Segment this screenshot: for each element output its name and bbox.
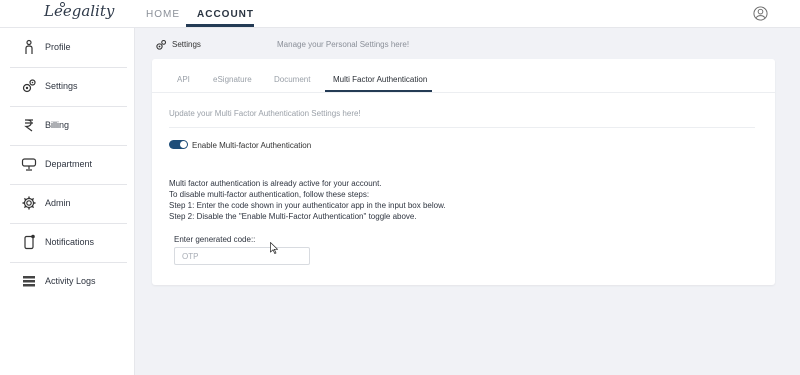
phone-notification-icon (24, 234, 35, 250)
sidebar-item-label: Activity Logs (45, 276, 96, 286)
sidebar: Profile Settings Billing Department Admi… (0, 28, 135, 375)
mfa-toggle[interactable] (169, 140, 188, 149)
sidebar-item-label: Department (45, 159, 93, 169)
sidebar-item-label: Billing (45, 120, 70, 130)
tab-active-indicator (325, 90, 432, 92)
mfa-info-line: Step 1: Enter the code shown in your aut… (169, 201, 446, 210)
page-subtitle: Manage your Personal Settings here! (277, 40, 410, 49)
tab-multi-factor-authentication[interactable]: Multi Factor Authentication (333, 75, 427, 84)
department-icon (21, 158, 37, 171)
sidebar-item-profile[interactable]: Profile (0, 28, 135, 67)
mfa-heading: Update your Multi Factor Authentication … (169, 109, 361, 118)
page-title: Settings (172, 40, 201, 49)
logs-icon (23, 276, 35, 287)
otp-label: Enter generated code:: (174, 235, 256, 244)
tab-api[interactable]: API (177, 75, 190, 84)
sidebar-item-settings[interactable]: Settings (0, 67, 135, 106)
sidebar-item-admin[interactable]: Admin (0, 184, 135, 223)
mfa-info-line: To disable multi-factor authentication, … (169, 190, 370, 199)
mfa-info-line: Step 2: Disable the "Enable Multi-Factor… (169, 212, 417, 221)
logo-bulb-icon (60, 2, 65, 7)
person-icon (25, 39, 33, 54)
tab-document[interactable]: Document (274, 75, 310, 84)
page-scrollbar[interactable] (793, 28, 800, 375)
toggle-knob (180, 141, 187, 148)
sidebar-item-label: Notifications (45, 237, 95, 247)
mfa-toggle-label: Enable Multi-factor Authentication (192, 141, 312, 150)
sidebar-item-label: Settings (45, 81, 78, 91)
otp-input[interactable] (174, 247, 310, 265)
nav-tab-account[interactable]: ACCOUNT (197, 9, 254, 20)
sidebar-item-label: Profile (45, 42, 71, 52)
cog-icon (22, 196, 36, 210)
gears-icon (156, 39, 167, 50)
section-divider (169, 127, 755, 128)
mfa-info-line: Multi factor authentication is already a… (169, 179, 382, 188)
settings-card: API eSignature Document Multi Factor Aut… (152, 59, 775, 285)
rupee-icon (24, 119, 33, 132)
mouse-cursor-icon (270, 242, 278, 254)
gears-icon (22, 79, 36, 93)
sidebar-item-department[interactable]: Department (0, 145, 135, 184)
sidebar-item-billing[interactable]: Billing (0, 106, 135, 145)
sidebar-item-activity-logs[interactable]: Activity Logs (0, 262, 135, 301)
nav-active-indicator (186, 24, 254, 27)
sidebar-item-notifications[interactable]: Notifications (0, 223, 135, 262)
tabs-divider (152, 92, 775, 93)
user-avatar-icon[interactable] (753, 6, 768, 21)
app-logo[interactable]: Leegality (44, 2, 114, 20)
tab-esignature[interactable]: eSignature (213, 75, 252, 84)
sidebar-item-label: Admin (45, 198, 71, 208)
nav-tab-home[interactable]: HOME (146, 9, 180, 20)
top-bar: Leegality HOME ACCOUNT (0, 0, 800, 28)
